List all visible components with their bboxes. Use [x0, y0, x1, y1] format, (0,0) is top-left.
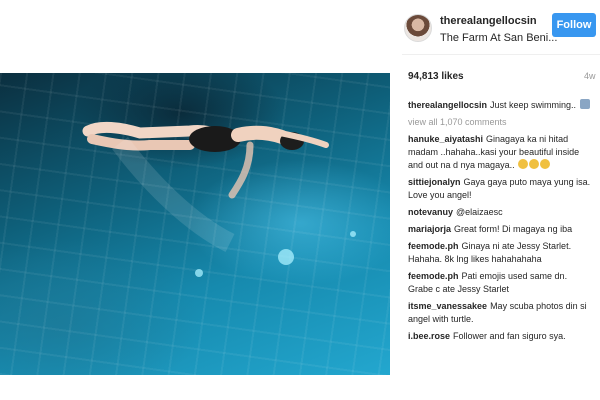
comment-username[interactable]: mariajorja — [408, 224, 451, 234]
caption-username[interactable]: therealangellocsin — [408, 100, 487, 110]
caption-text: Just keep swimming.. — [490, 100, 577, 110]
comment-text: Great form! Di magaya ng iba — [454, 224, 573, 234]
profile-avatar-icon[interactable] — [404, 14, 432, 42]
post-photo[interactable] — [0, 73, 390, 375]
caption: therealangellocsin Just keep swimming.. — [408, 99, 592, 112]
comment-username[interactable]: i.bee.rose — [408, 331, 450, 341]
header-divider — [402, 54, 600, 55]
comment-item: itsme_vanessakee May scuba photos din si … — [408, 300, 592, 326]
smiling-face-emoji-icon — [518, 159, 529, 169]
comment-username[interactable]: itsme_vanessakee — [408, 301, 487, 311]
comment-item: sittiejonalyn Gaya gaya puto maya yung is… — [408, 176, 592, 202]
post-username[interactable]: therealangellocsin — [440, 15, 537, 27]
smiling-face-emoji-icon — [529, 159, 540, 169]
comment-item: i.bee.rose Follower and fan siguro sya. — [408, 330, 592, 343]
smiling-face-emoji-icon — [540, 159, 551, 169]
light-bubble — [278, 249, 294, 265]
comment-text[interactable]: @elaizaesc — [456, 207, 503, 217]
comment-username[interactable]: feemode.ph — [408, 241, 459, 251]
light-bubble — [195, 269, 203, 277]
comment-item: notevanuy @elaizaesc — [408, 206, 592, 219]
post-age[interactable]: 4w — [584, 71, 596, 81]
likes-count[interactable]: 94,813 likes — [408, 71, 464, 82]
swimmer-figure — [82, 121, 329, 252]
house-emoji-icon — [579, 99, 590, 109]
light-bubble — [350, 231, 356, 237]
comment-username[interactable]: feemode.ph — [408, 271, 459, 281]
comment-item: feemode.ph Pati emojis used same dn. Grab… — [408, 270, 592, 296]
post-location[interactable]: The Farm At San Beni... — [440, 32, 557, 44]
post-header: therealangellocsin The Farm At San Beni.… — [402, 8, 600, 48]
comments-section: therealangellocsin Just keep swimming.. v… — [408, 99, 592, 347]
comment-item: feemode.ph Ginaya ni ate Jessy Starlet. H… — [408, 240, 592, 266]
follow-button[interactable]: Follow — [552, 13, 596, 37]
comment-text: Follower and fan siguro sya. — [453, 331, 566, 341]
comment-item: hanuke_aiyatashi Ginagaya ka ni hitad mad… — [408, 133, 592, 172]
comment-username[interactable]: notevanuy — [408, 207, 453, 217]
comment-username[interactable]: sittiejonalyn — [408, 177, 461, 187]
comment-username[interactable]: hanuke_aiyatashi — [408, 134, 483, 144]
comment-item: mariajorja Great form! Di magaya ng iba — [408, 223, 592, 236]
view-all-comments-link[interactable]: view all 1,070 comments — [408, 116, 592, 129]
